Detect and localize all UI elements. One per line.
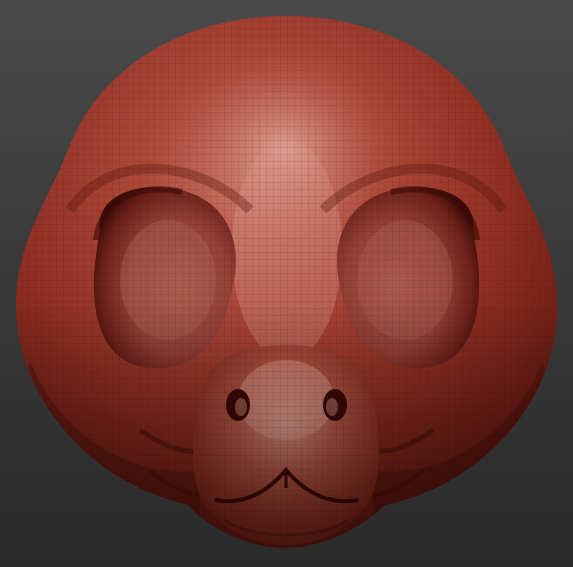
sculpt-render bbox=[15, 16, 558, 548]
head-mesh bbox=[15, 16, 558, 548]
zbrush-viewport[interactable] bbox=[0, 0, 573, 567]
